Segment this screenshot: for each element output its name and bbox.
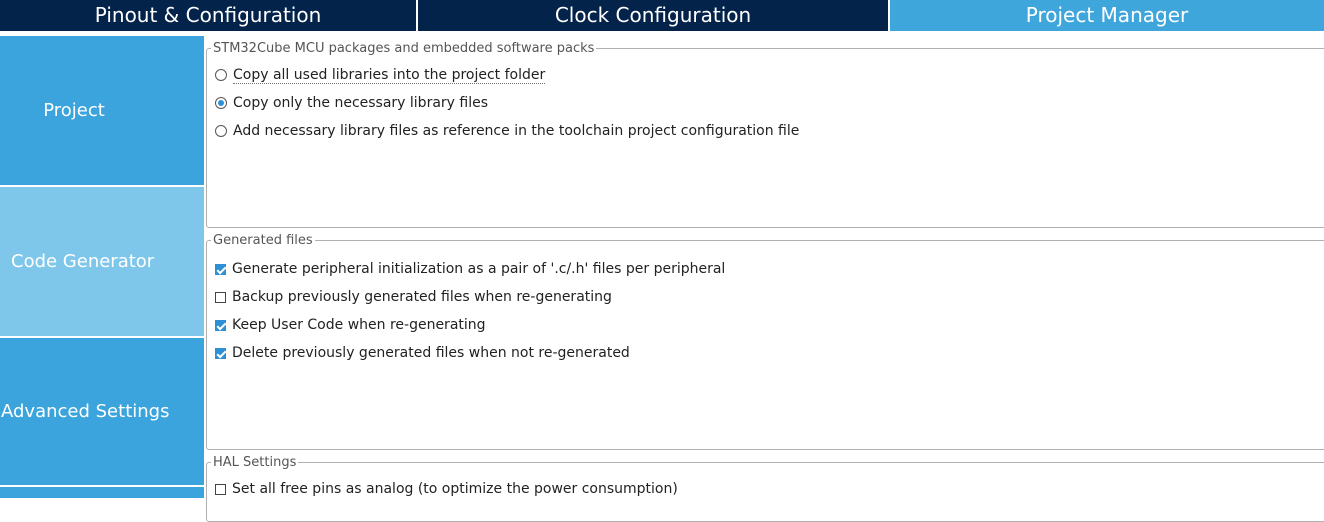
checkbox[interactable] bbox=[215, 263, 226, 275]
checkbox-backup-files[interactable]: Backup previously generated files when r… bbox=[215, 288, 612, 306]
checkbox-free-pins-analog[interactable]: Set all free pins as analog (to optimize… bbox=[215, 480, 678, 498]
checkbox-keep-user-code[interactable]: Keep User Code when re-generating bbox=[215, 316, 486, 334]
sidebar-item-label: Project bbox=[43, 100, 105, 121]
radio-button[interactable] bbox=[215, 69, 227, 81]
code-generator-panel: STM32Cube MCU packages and embedded soft… bbox=[206, 36, 1324, 522]
radio-copy-all[interactable]: Copy all used libraries into the project… bbox=[215, 66, 546, 84]
checkbox-label: Set all free pins as analog (to optimize… bbox=[232, 481, 678, 497]
tab-clock-configuration[interactable]: Clock Configuration bbox=[418, 0, 888, 31]
checkbox[interactable] bbox=[215, 291, 226, 303]
radio-button[interactable] bbox=[215, 125, 227, 137]
generated-files-group: Generated files Generate peripheral init… bbox=[206, 233, 1324, 450]
packages-group-legend: STM32Cube MCU packages and embedded soft… bbox=[211, 41, 597, 56]
checkbox[interactable] bbox=[215, 347, 226, 359]
radio-label: Copy all used libraries into the project… bbox=[233, 66, 546, 84]
radio-label: Add necessary library files as reference… bbox=[233, 123, 800, 139]
checkbox-label: Backup previously generated files when r… bbox=[232, 289, 612, 305]
checkbox[interactable] bbox=[215, 483, 226, 495]
checkbox-delete-generated[interactable]: Delete previously generated files when n… bbox=[215, 344, 630, 362]
checkbox-generate-pair[interactable]: Generate peripheral initialization as a … bbox=[215, 260, 725, 278]
packages-group: STM32Cube MCU packages and embedded soft… bbox=[206, 41, 1324, 228]
sidebar-item-code-generator[interactable]: Code Generator bbox=[0, 187, 204, 336]
sidebar-item-label: Advanced Settings bbox=[1, 401, 170, 422]
radio-button[interactable] bbox=[215, 97, 227, 109]
generated-files-group-legend: Generated files bbox=[211, 233, 315, 248]
top-tab-bar: Pinout & Configuration Clock Configurati… bbox=[0, 0, 1324, 31]
hal-settings-group: HAL Settings Set all free pins as analog… bbox=[206, 455, 1324, 522]
hal-settings-group-legend: HAL Settings bbox=[211, 455, 299, 470]
checkbox-label: Generate peripheral initialization as a … bbox=[232, 261, 726, 277]
sidebar-item-label: Code Generator bbox=[11, 251, 155, 272]
checkbox-label: Delete previously generated files when n… bbox=[232, 345, 630, 361]
tab-project-manager[interactable]: Project Manager bbox=[890, 0, 1324, 31]
sidebar-item-advanced-settings[interactable]: Advanced Settings bbox=[0, 338, 204, 485]
tab-pinout-configuration[interactable]: Pinout & Configuration bbox=[0, 0, 416, 31]
radio-copy-necessary[interactable]: Copy only the necessary library files bbox=[215, 94, 488, 112]
radio-label: Copy only the necessary library files bbox=[233, 95, 489, 111]
checkbox[interactable] bbox=[215, 319, 226, 331]
sidebar: Project Code Generator Advanced Settings bbox=[0, 36, 204, 498]
sidebar-item-partial[interactable] bbox=[0, 487, 204, 498]
checkbox-label: Keep User Code when re-generating bbox=[232, 317, 486, 333]
sidebar-item-project[interactable]: Project bbox=[0, 36, 204, 185]
radio-add-reference[interactable]: Add necessary library files as reference… bbox=[215, 122, 799, 140]
